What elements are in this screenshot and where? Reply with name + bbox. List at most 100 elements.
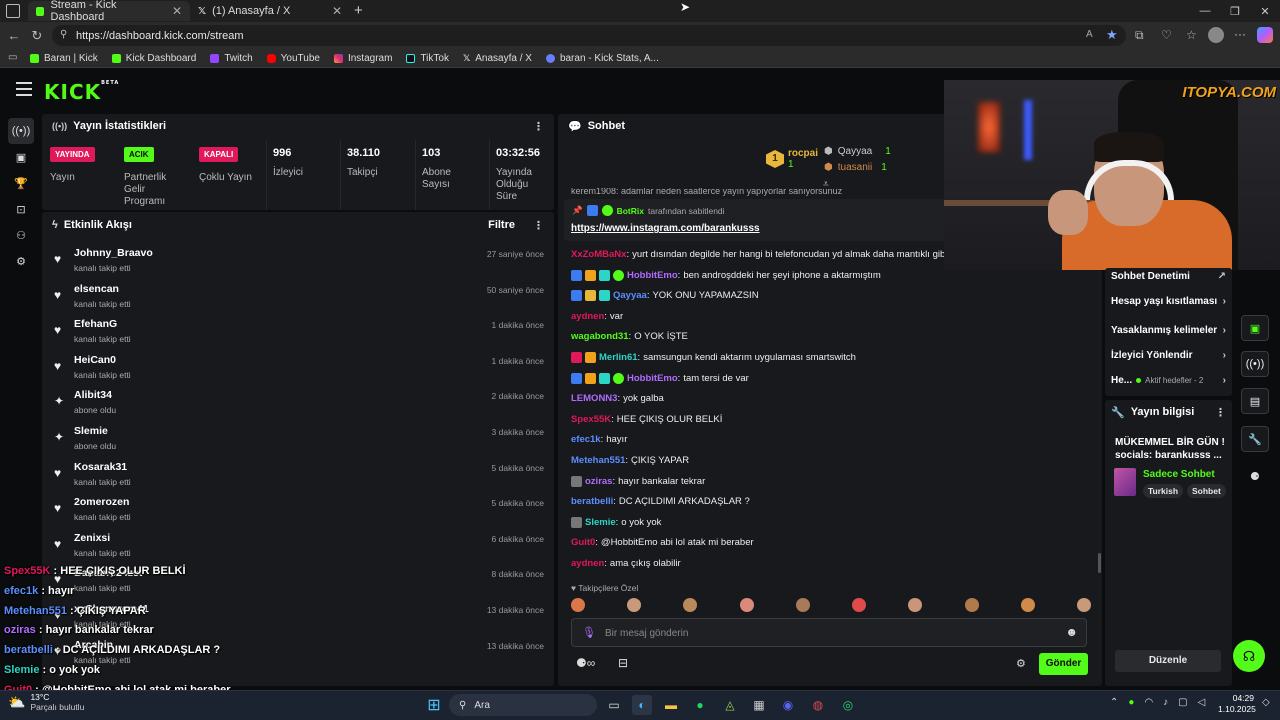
chat-message[interactable]: beratbelli: DC AÇILDIMI ARKADAŞLAR ? — [571, 496, 750, 507]
emoji-icon[interactable]: ☻ — [1065, 625, 1078, 639]
bookmark-twitch[interactable]: Twitch — [210, 53, 253, 64]
apps-icon[interactable]: ⚈ — [1250, 470, 1260, 483]
settings-icon[interactable]: ⚙ — [8, 248, 34, 274]
chat-message[interactable]: Slemie: o yok yok — [571, 516, 661, 528]
kick-logo[interactable]: KICKBETA — [44, 80, 119, 104]
chat-message[interactable]: oziras: hayır bankalar tekrar — [571, 475, 705, 487]
profile-avatar[interactable] — [1208, 27, 1224, 43]
tab-actions-icon[interactable] — [6, 4, 20, 18]
app-icon-2[interactable]: ▦ — [749, 695, 769, 715]
bookmark-kick-stats[interactable]: baran - Kick Stats, A... — [545, 53, 659, 64]
copilot-icon[interactable] — [1257, 27, 1273, 43]
bookmark-x[interactable]: 𝕏 Anasayfa / X — [463, 53, 532, 64]
category-link[interactable]: Sadece Sohbet — [1143, 469, 1215, 480]
chat-username[interactable]: Guit0 — [571, 537, 595, 548]
collections-icon[interactable]: ▭ — [8, 52, 17, 63]
send-button[interactable]: Gönder — [1039, 653, 1088, 675]
tray-icons[interactable]: ⌃ ● ◠ ♪ ▢ ◁ — [1110, 697, 1205, 708]
chat-username[interactable]: Metehan551 — [571, 455, 625, 466]
top-gifter-1[interactable]: 1 rocpai 1 — [766, 148, 818, 170]
chat-message[interactable]: HobbitEmo: tam tersi de var — [571, 372, 749, 384]
close-tab-icon[interactable]: ✕ — [172, 4, 182, 18]
chat-message[interactable]: HobbitEmo: ben androşddeki her şeyi iphon… — [571, 269, 881, 281]
chat-scrollbar[interactable] — [1098, 553, 1101, 573]
minimize-button[interactable]: — — [1190, 0, 1220, 22]
chat-username[interactable]: aydnen — [571, 558, 604, 569]
activity-item[interactable]: ♥ EfehanG kanalı takip etti 1 dakika önce — [50, 315, 550, 351]
raid-viewers[interactable]: İzleyici Yönlendir › — [1111, 350, 1226, 361]
goals-item[interactable]: He... Aktif hedefler - 2 › — [1111, 375, 1226, 386]
top-gifter-3[interactable]: ⬢ tuasanii 1 — [824, 162, 887, 173]
layout-button[interactable]: ▤ — [1241, 388, 1269, 414]
chat-username[interactable]: Qayyaa — [613, 290, 647, 301]
discord-icon[interactable]: ◉ — [778, 695, 798, 715]
close-tab-icon[interactable]: ✕ — [332, 4, 342, 18]
support-button[interactable]: ☊ — [1233, 640, 1265, 672]
app-icon[interactable]: ◬ — [720, 695, 740, 715]
banned-words[interactable]: Yasaklanmış kelimeler › — [1111, 325, 1226, 336]
emote-icon[interactable] — [852, 598, 867, 612]
chat-username[interactable]: Merlin61 — [599, 352, 638, 363]
tag-turkish[interactable]: Turkish — [1143, 484, 1184, 498]
chat-settings-icon[interactable]: ⚙ — [1016, 657, 1026, 670]
mic-icon[interactable]: 🎙 — [582, 626, 596, 639]
favorites-icon[interactable]: ☆ — [1186, 28, 1197, 42]
activity-more-icon[interactable]: ⋮ — [533, 219, 544, 232]
chat-message[interactable]: aydnen: ama çıkış olabilir — [571, 558, 681, 569]
url-field[interactable]: https://dashboard.kick.com/stream — [52, 25, 1126, 46]
site-info-icon[interactable]: ⚲ — [60, 29, 67, 40]
community-icon[interactable]: ⚇ — [8, 222, 34, 248]
chat-message[interactable]: XxZoMBaNx: yurt dısından degilde her hang… — [571, 249, 947, 260]
more-options-icon[interactable]: ··· — [1234, 27, 1246, 41]
top-gifter-2[interactable]: ⬢ Qayyaa 1 — [824, 146, 891, 157]
whatsapp-icon[interactable]: ◎ — [838, 695, 858, 715]
chat-message[interactable]: LEMONN3: yok galba — [571, 393, 664, 404]
start-icon[interactable]: ⊞ — [424, 695, 444, 715]
new-tab-button[interactable]: + — [354, 2, 363, 19]
maximize-button[interactable]: ❐ — [1220, 0, 1250, 22]
analytics-icon[interactable]: ▣ — [8, 144, 34, 170]
chat-message[interactable]: Spex55K: HEE ÇIKIŞ OLUR BELKİ — [571, 414, 722, 425]
bookmark-tiktok[interactable]: TikTok — [406, 53, 449, 64]
chat-username[interactable]: aydnen — [571, 311, 604, 322]
emote-icon[interactable] — [908, 598, 923, 612]
trophy-icon[interactable]: 🏆 — [8, 170, 34, 196]
tag-sohbet[interactable]: Sohbet — [1187, 484, 1226, 498]
activity-item[interactable]: ♥ Zenixsi kanalı takip etti 6 dakika önce — [50, 529, 550, 565]
browser-essentials-icon[interactable]: ♡ — [1161, 28, 1172, 42]
stream-info-more-icon[interactable]: ⋮ — [1215, 406, 1226, 419]
chat-message[interactable]: Guit0: @HobbitEmo abi lol atak mi beraber — [571, 537, 754, 548]
tab-x[interactable]: 𝕏 (1) Anasayfa / X ✕ — [190, 1, 350, 21]
extensions-icon[interactable]: ⧉ — [1135, 28, 1144, 43]
pinned-link[interactable]: https://www.instagram.com/barankusss — [571, 223, 760, 234]
chat-username[interactable]: Slemie — [585, 517, 616, 528]
chat-message[interactable]: Qayyaa: YOK ONU YAPAMAZSIN — [571, 290, 759, 302]
emote-icon[interactable] — [739, 598, 754, 612]
chat-username[interactable]: efec1k — [571, 434, 601, 445]
chat-username[interactable]: oziras — [585, 476, 612, 487]
activity-item[interactable]: ✦ Slemie abone oldu 3 dakika önce — [50, 422, 550, 458]
chat-tools-icon[interactable]: ⚈∞ — [576, 656, 595, 670]
close-window-button[interactable]: ✕ — [1250, 0, 1280, 22]
chat-message[interactable]: aydnen: var — [571, 311, 623, 322]
emote-icon[interactable] — [627, 598, 642, 612]
activity-item[interactable]: ♥ elsencan kanalı takip etti 50 saniye önce — [50, 280, 550, 316]
bookmark-baran-kick[interactable]: Baran | Kick — [30, 53, 98, 64]
chat-username[interactable]: HobbitEmo — [627, 373, 678, 384]
chat-moderation-title[interactable]: Sohbet Denetimi ↗ — [1111, 271, 1226, 282]
moderation-icon[interactable]: ⊡ — [8, 196, 34, 222]
activity-item[interactable]: ♥ 2omerozen kanalı takip etti 5 dakika önce — [50, 493, 550, 529]
chat-username[interactable]: beratbelli — [571, 496, 613, 507]
activity-item[interactable]: ♥ Johnny_Braavo kanalı takip etti 27 saniye… — [50, 244, 550, 280]
stats-more-icon[interactable]: ⋮ — [533, 120, 544, 133]
notifications-icon[interactable]: ◇ — [1262, 697, 1270, 708]
chat-username[interactable]: Spex55K — [571, 414, 611, 425]
broadcast-button[interactable]: ((•)) — [1241, 351, 1269, 377]
chat-input[interactable]: 🎙 Bir mesaj gönderin ☻ — [571, 618, 1087, 647]
emote-icon[interactable] — [795, 598, 810, 612]
pinned-message[interactable]: 📌 BotRix tarafından sabitlendi https://w… — [564, 199, 946, 241]
app-icon-3[interactable]: ◍ — [808, 695, 828, 715]
spotify-icon[interactable]: ● — [690, 695, 710, 715]
chat-username[interactable]: LEMONN3 — [571, 393, 617, 404]
emote-icon[interactable] — [1076, 598, 1091, 612]
